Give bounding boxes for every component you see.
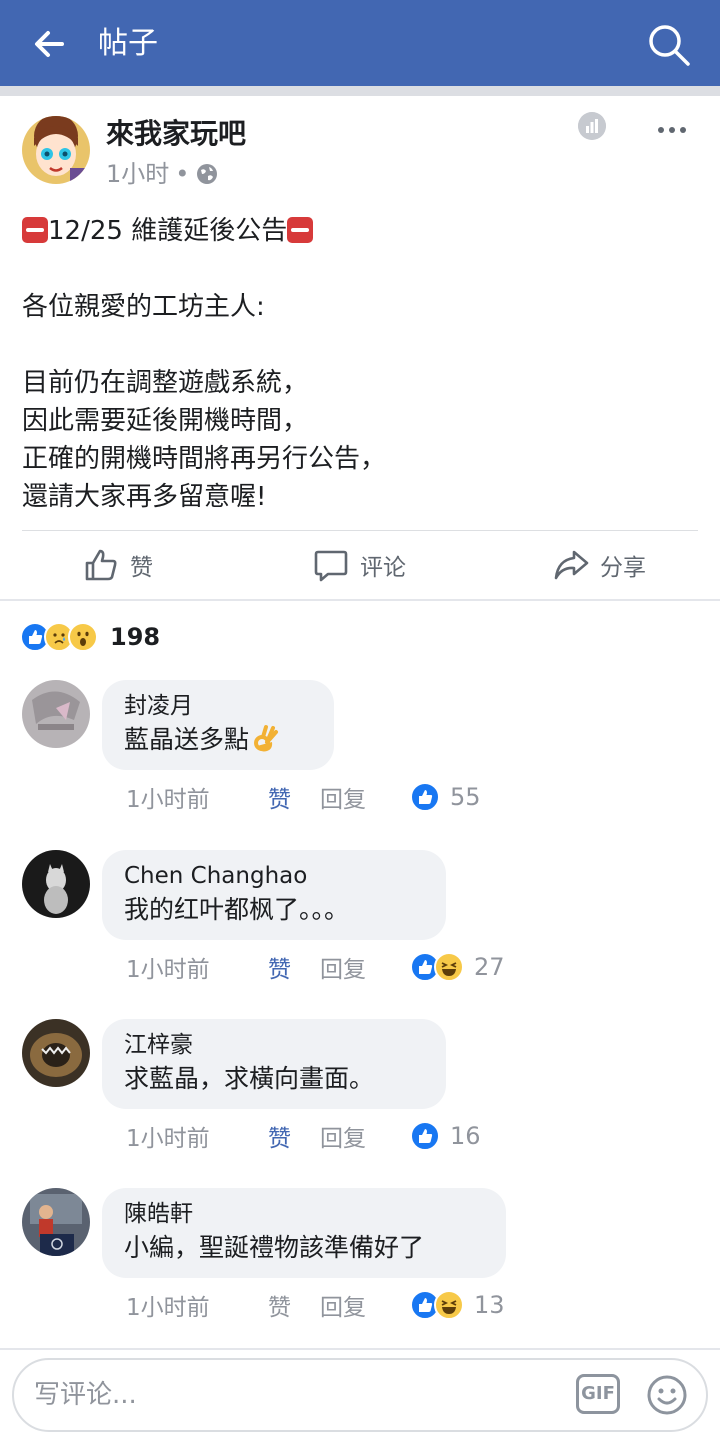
comment-composer: GIF: [12, 1358, 708, 1432]
insights-icon[interactable]: [578, 112, 606, 140]
post-title-line: 12/25 維護延後公告: [22, 212, 702, 250]
comment-time: 1小时前: [126, 1126, 210, 1152]
comment-bubble[interactable]: Chen Changhao 我的红叶都枫了。。。: [102, 850, 446, 940]
comment-reactions[interactable]: 55: [410, 782, 481, 812]
comment-like-button[interactable]: 赞: [268, 950, 320, 984]
comment-reply-button[interactable]: 回复: [320, 1288, 410, 1322]
comment-item: 江梓豪 求藍晶，求橫向畫面。 1小时前 赞 回复 16: [0, 1019, 720, 1179]
post-time[interactable]: 1小时: [106, 158, 169, 190]
comment-time: 1小时前: [126, 1295, 210, 1321]
comment-text: 小編，聖誕禮物該準備好了: [124, 1233, 425, 1262]
comment-actions: 1小时前 赞 回复 27: [126, 950, 505, 984]
comment-button[interactable]: 评论: [312, 531, 406, 599]
commenter-name[interactable]: 封凌月: [124, 690, 312, 722]
post-line: 目前仍在調整遊戲系統，: [22, 368, 309, 398]
smiley-icon[interactable]: [646, 1374, 688, 1416]
comment-icon: [314, 550, 348, 582]
comment-like-button[interactable]: 赞: [268, 1119, 320, 1153]
no-entry-icon: [22, 217, 48, 243]
reactions-summary[interactable]: 198: [20, 618, 160, 656]
post-body: 12/25 維護延後公告 各位親愛的工坊主人: 目前仍在調整遊戲系統， 因此需要…: [22, 212, 702, 516]
more-options-icon[interactable]: [656, 120, 688, 140]
post-line: 因此需要延後開機時間，: [22, 406, 309, 436]
share-button[interactable]: 分享: [552, 531, 646, 599]
comment-actions: 1小时前 赞 回复 16: [126, 1119, 481, 1153]
comment-item: Chen Changhao 我的红叶都枫了。。。 1小时前 赞 回复 27: [0, 850, 720, 1010]
comment-text: 求藍晶，求橫向畫面。: [124, 1064, 375, 1093]
ok-hand-icon: [254, 725, 279, 752]
comment-like-button[interactable]: 赞: [268, 1288, 320, 1322]
like-reaction-icon: [410, 1121, 440, 1151]
comment-input[interactable]: [34, 1374, 534, 1416]
reaction-count: 198: [110, 623, 161, 651]
comment-reactions[interactable]: 16: [410, 1121, 481, 1151]
commenter-avatar[interactable]: [22, 1188, 90, 1256]
commenter-avatar[interactable]: [22, 680, 90, 748]
page-avatar[interactable]: [22, 116, 90, 184]
commenter-avatar[interactable]: [22, 850, 90, 918]
no-entry-icon: [287, 217, 314, 243]
comment-label: 评论: [360, 555, 406, 581]
gif-button[interactable]: GIF: [576, 1374, 620, 1414]
comment-text: 我的红叶都枫了。。。: [124, 895, 350, 924]
comment-time: 1小时前: [126, 957, 210, 983]
thumbs-up-icon: [85, 549, 117, 581]
search-icon[interactable]: [646, 22, 692, 68]
share-label: 分享: [600, 555, 646, 581]
comment-like-button[interactable]: 赞: [268, 780, 320, 814]
commenter-avatar[interactable]: [22, 1019, 90, 1087]
share-icon: [554, 550, 589, 580]
post-line: 各位親愛的工坊主人:: [22, 292, 265, 322]
app-bar: 帖子: [0, 0, 720, 86]
post-line: 還請大家再多留意喔!: [22, 482, 267, 512]
header-divider: [0, 86, 720, 96]
post-header: 來我家玩吧 1小时 •: [0, 96, 720, 206]
commenter-name[interactable]: 陳皓軒: [124, 1198, 484, 1230]
comment-bubble[interactable]: 封凌月 藍晶送多點: [102, 680, 334, 770]
post-meta: 1小时 •: [106, 158, 219, 190]
comment-reactions[interactable]: 27: [410, 952, 505, 982]
post-actions: 赞 评论 分享: [0, 531, 720, 599]
comment-bubble[interactable]: 陳皓軒 小編，聖誕禮物該準備好了: [102, 1188, 506, 1278]
composer-divider: [0, 1348, 720, 1350]
commenter-name[interactable]: 江梓豪: [124, 1029, 424, 1061]
comment-item: 封凌月 藍晶送多點 1小时前 赞 回复 55: [0, 680, 720, 840]
comment-item: 陳皓軒 小編，聖誕禮物該準備好了 1小时前 赞 回复 13: [0, 1188, 720, 1348]
like-button[interactable]: 赞: [82, 531, 153, 599]
like-label: 赞: [130, 555, 153, 581]
post-title: 12/25 維護延後公告: [48, 216, 288, 246]
comment-bubble[interactable]: 江梓豪 求藍晶，求橫向畫面。: [102, 1019, 446, 1109]
comment-reaction-count: 27: [474, 953, 505, 981]
post-line: 正確的開機時間將再另行公告，: [22, 444, 387, 474]
comment-reaction-count: 55: [450, 783, 481, 811]
meta-separator: •: [175, 160, 190, 188]
haha-reaction-icon: [434, 952, 464, 982]
commenter-name[interactable]: Chen Changhao: [124, 860, 424, 892]
comment-reaction-count: 13: [474, 1291, 505, 1319]
back-arrow-icon[interactable]: [28, 24, 68, 64]
comment-actions: 1小时前 赞 回复 55: [126, 780, 481, 814]
comment-reply-button[interactable]: 回复: [320, 950, 410, 984]
section-divider: [0, 599, 720, 601]
wow-reaction-icon: [68, 622, 98, 652]
comment-reaction-count: 16: [450, 1122, 481, 1150]
comment-reply-button[interactable]: 回复: [320, 1119, 410, 1153]
globe-icon: [197, 164, 218, 184]
comment-text: 藍晶送多點: [124, 722, 312, 758]
comment-time: 1小时前: [126, 787, 210, 813]
like-reaction-icon: [410, 782, 440, 812]
comment-reactions[interactable]: 13: [410, 1290, 505, 1320]
comment-reply-button[interactable]: 回复: [320, 780, 410, 814]
comment-actions: 1小时前 赞 回复 13: [126, 1288, 505, 1322]
page-name[interactable]: 來我家玩吧: [106, 116, 246, 152]
haha-reaction-icon: [434, 1290, 464, 1320]
page-title: 帖子: [98, 26, 158, 61]
